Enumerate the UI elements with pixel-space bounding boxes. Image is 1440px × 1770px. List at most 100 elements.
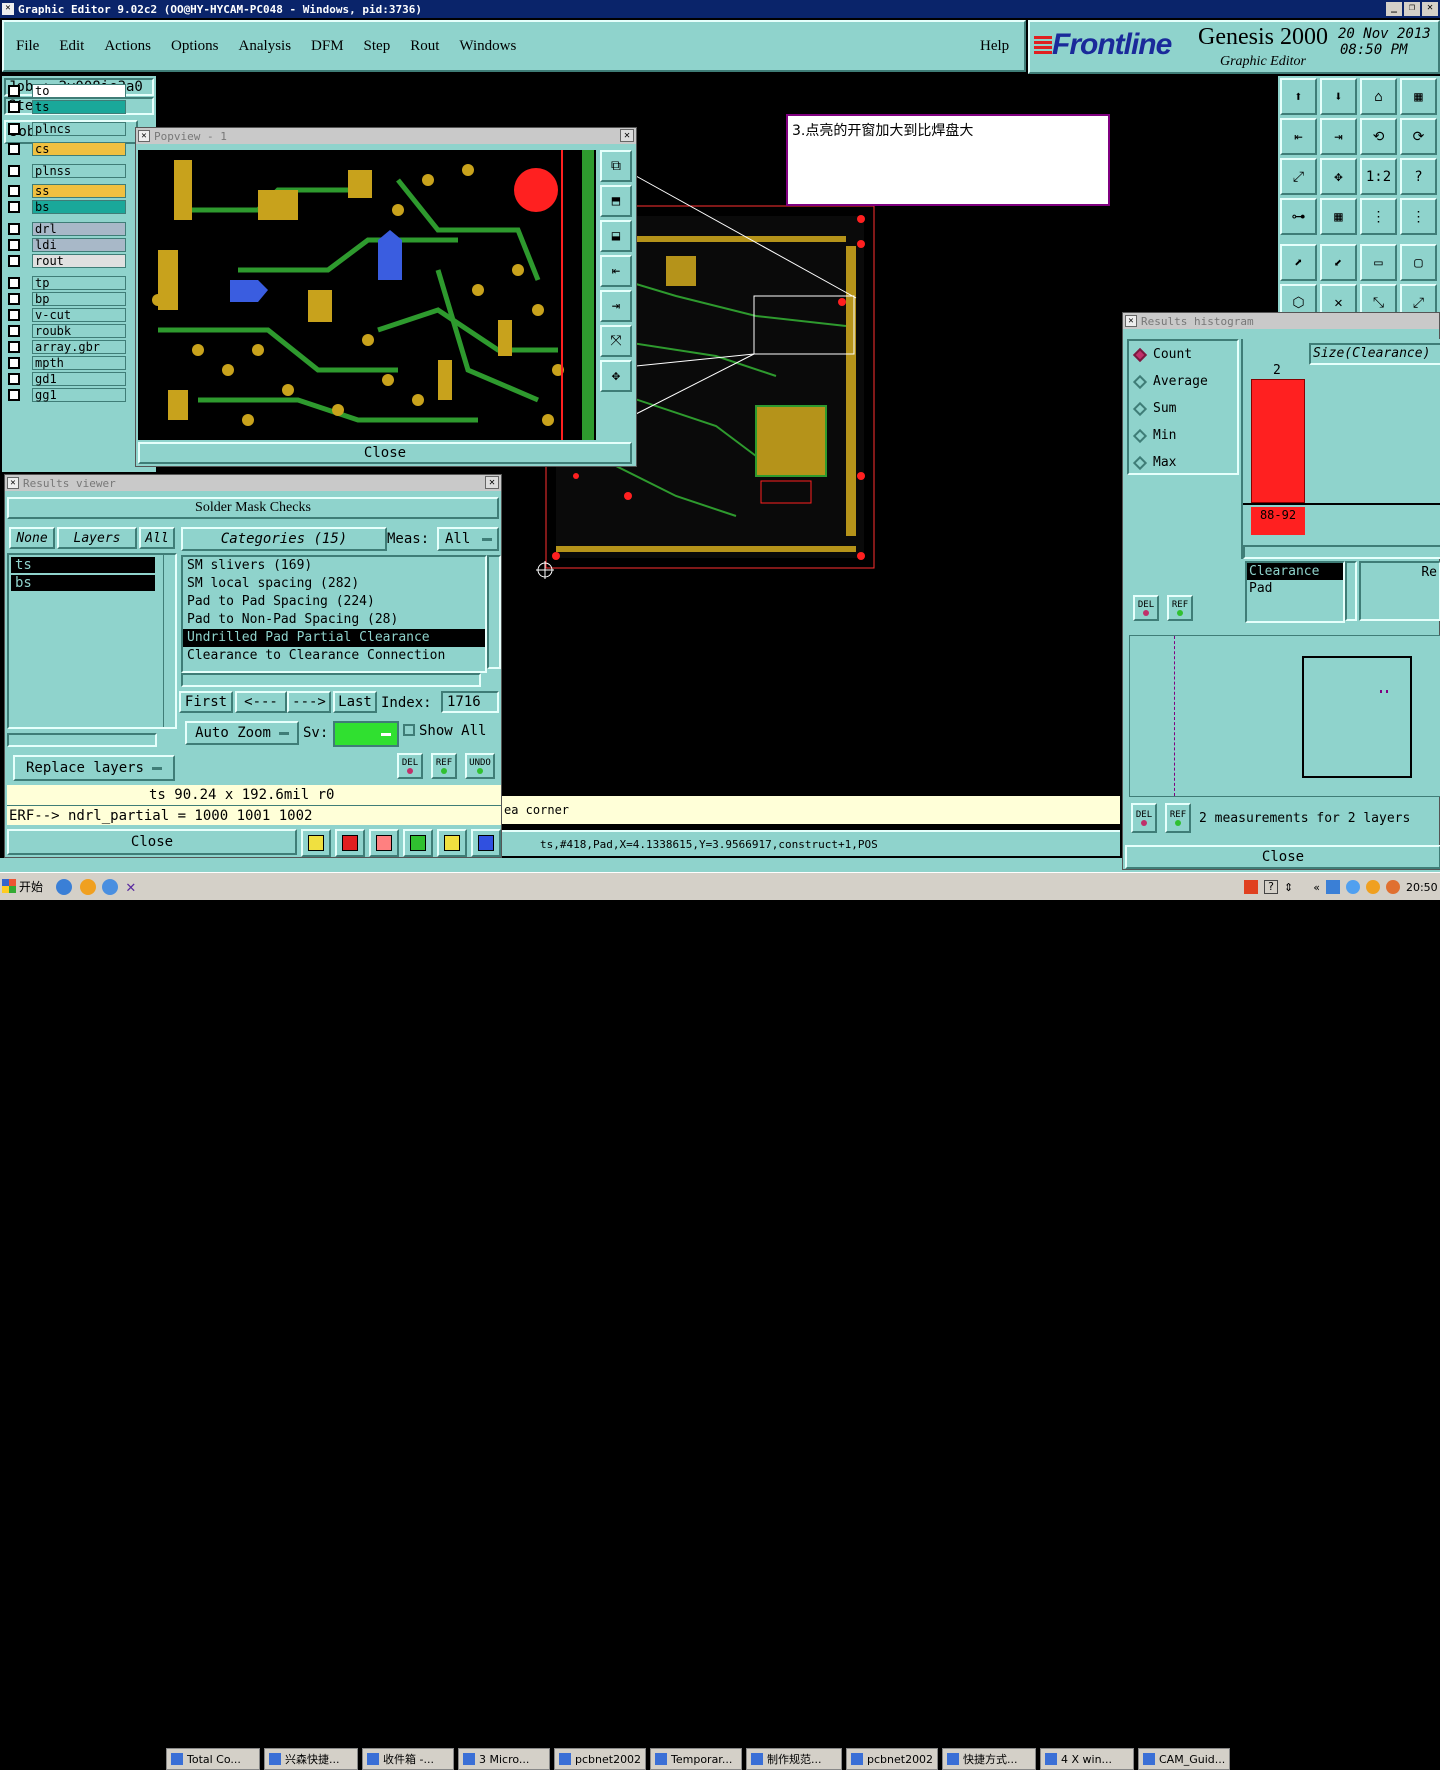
help-tray-icon[interactable]: ?: [1264, 880, 1278, 894]
layer-checkbox[interactable]: [8, 201, 20, 213]
tray-app-icon[interactable]: [1244, 880, 1258, 894]
taskbar-item[interactable]: Temporar...: [650, 1748, 742, 1770]
open-icon[interactable]: ⬆: [1280, 78, 1317, 115]
layer-row-roubk[interactable]: roubk: [8, 324, 126, 338]
menu-step[interactable]: Step: [364, 38, 391, 55]
snap-icon[interactable]: ⋮: [1360, 198, 1397, 235]
restore-button[interactable]: ❐: [1404, 2, 1420, 16]
layer-checkbox[interactable]: [8, 165, 20, 177]
layer-checkbox[interactable]: [8, 309, 20, 321]
popview-tool-4-icon[interactable]: ⇤: [600, 255, 632, 287]
window-menu-icon[interactable]: ✕: [138, 130, 150, 142]
taskbar-item[interactable]: pcbnet2002: [846, 1748, 938, 1770]
category-item[interactable]: Clearance to Clearance Connection: [183, 647, 485, 665]
help-icon[interactable]: ?: [1400, 158, 1437, 195]
taskbar-item[interactable]: 4 X win...: [1040, 1748, 1134, 1770]
taskbar-item[interactable]: 制作规范...: [746, 1748, 842, 1770]
taskbar-item[interactable]: Total Co...: [166, 1748, 260, 1770]
menu-help[interactable]: Help: [980, 38, 1009, 55]
layer-list[interactable]: ts bs: [7, 553, 177, 729]
categories-list[interactable]: SM slivers (169) SM local spacing (282) Pa…: [181, 555, 487, 673]
layer-row-plncs[interactable]: plncs: [8, 122, 126, 136]
menu-windows[interactable]: Windows: [459, 38, 516, 55]
layer-checkbox[interactable]: [8, 185, 20, 197]
mode-min-radio[interactable]: Min: [1129, 422, 1237, 449]
all-layers-button[interactable]: All: [139, 527, 175, 549]
layer-list-item[interactable]: ts: [11, 557, 155, 573]
layer-checkbox[interactable]: [8, 223, 20, 235]
popview-tool-1-icon[interactable]: ⧉: [600, 150, 632, 182]
layer-row-gg1[interactable]: gg1: [8, 388, 126, 402]
prev-button[interactable]: <---: [235, 691, 287, 713]
binary-icon[interactable]: [403, 829, 433, 857]
last-button[interactable]: Last: [333, 691, 377, 713]
start-button[interactable]: 开始: [2, 875, 48, 897]
layer-row-plnss[interactable]: plnss: [8, 164, 126, 178]
menu-dfm[interactable]: DFM: [311, 38, 344, 55]
first-button[interactable]: First: [179, 691, 233, 713]
tray-arrows-icon[interactable]: ⇕: [1284, 881, 1293, 894]
layer-checkbox[interactable]: [8, 325, 20, 337]
layer-row-bp[interactable]: bp: [8, 292, 126, 306]
popview-tool-2-icon[interactable]: ⬒: [600, 185, 632, 217]
layer-list-scrollbar[interactable]: [163, 555, 175, 727]
line-icon[interactable]: ⬋: [1320, 244, 1357, 281]
layer-row-ss[interactable]: ss: [8, 184, 126, 198]
notes-icon[interactable]: [437, 829, 467, 857]
histogram-close-button[interactable]: Close: [1125, 845, 1440, 869]
layer-checkbox[interactable]: [8, 277, 20, 289]
ref-button[interactable]: REF: [431, 753, 457, 779]
menu-file[interactable]: File: [16, 38, 39, 55]
del-button[interactable]: DEL: [397, 753, 423, 779]
layers-button[interactable]: Layers: [57, 527, 137, 549]
layer-row-to[interactable]: to: [8, 84, 126, 98]
categories-hscroll[interactable]: [181, 673, 481, 687]
undo-button[interactable]: UNDO: [465, 753, 495, 779]
mode-max-radio[interactable]: Max: [1129, 449, 1237, 476]
taskbar-item[interactable]: 快捷方式...: [942, 1748, 1036, 1770]
tray-expand-icon[interactable]: «: [1313, 881, 1320, 894]
popview-tool-6-icon[interactable]: ⤧: [600, 325, 632, 357]
menu-analysis[interactable]: Analysis: [239, 38, 292, 55]
layer-row-gd1[interactable]: gd1: [8, 372, 126, 386]
close-icon[interactable]: ⬇: [1320, 78, 1357, 115]
ie-icon[interactable]: [56, 879, 72, 895]
results-viewer-close-x[interactable]: ✕: [485, 476, 499, 489]
popview-close-button[interactable]: Close: [138, 442, 632, 464]
categories-button[interactable]: Categories (15): [181, 527, 387, 551]
home-icon[interactable]: ⌂: [1360, 78, 1397, 115]
tray-icon-3[interactable]: [1365, 880, 1380, 894]
menu-edit[interactable]: Edit: [59, 38, 84, 55]
tray-icon-2[interactable]: [1345, 880, 1360, 894]
layer-checkbox[interactable]: [8, 239, 20, 251]
layer-checkbox[interactable]: [8, 255, 20, 267]
category-item[interactable]: SM local spacing (282): [183, 575, 485, 593]
app-close-x-icon[interactable]: ✕: [2, 3, 14, 15]
layer-row-array.gbr[interactable]: array.gbr: [8, 340, 126, 354]
layer-checkbox[interactable]: [8, 85, 20, 97]
histogram-del-button[interactable]: DEL: [1133, 595, 1159, 621]
fit-icon[interactable]: ⤢: [1280, 158, 1317, 195]
histogram-item-list[interactable]: Clearance Pad: [1245, 561, 1345, 623]
layer-row-cs[interactable]: cs: [8, 142, 126, 156]
chart-icon[interactable]: [471, 829, 501, 857]
snap2-icon[interactable]: ⋮: [1400, 198, 1437, 235]
minimize-button[interactable]: _: [1386, 2, 1402, 16]
mode-count-radio[interactable]: Count: [1129, 341, 1237, 368]
histogram-hscroll[interactable]: [1243, 545, 1440, 559]
taskbar-item[interactable]: 收件箱 -...: [362, 1748, 454, 1770]
taskbar-item[interactable]: 3 Micro...: [458, 1748, 550, 1770]
select-icon[interactable]: ⬈: [1280, 244, 1317, 281]
histogram-ref-button[interactable]: REF: [1167, 595, 1193, 621]
close-button[interactable]: ✕: [1422, 2, 1438, 16]
mode-average-radio[interactable]: Average: [1129, 368, 1237, 395]
menu-options[interactable]: Options: [171, 38, 219, 55]
layer-row-mpth[interactable]: mpth: [8, 356, 126, 370]
pan-right-icon[interactable]: ⇥: [1320, 118, 1357, 155]
browser-icon[interactable]: [80, 879, 96, 895]
sv-select[interactable]: [333, 721, 399, 747]
layer-row-rout[interactable]: rout: [8, 254, 126, 268]
panel-icon[interactable]: ▦: [1400, 78, 1437, 115]
menu-rout[interactable]: Rout: [410, 38, 439, 55]
ruler-icon[interactable]: ▭: [1360, 244, 1397, 281]
